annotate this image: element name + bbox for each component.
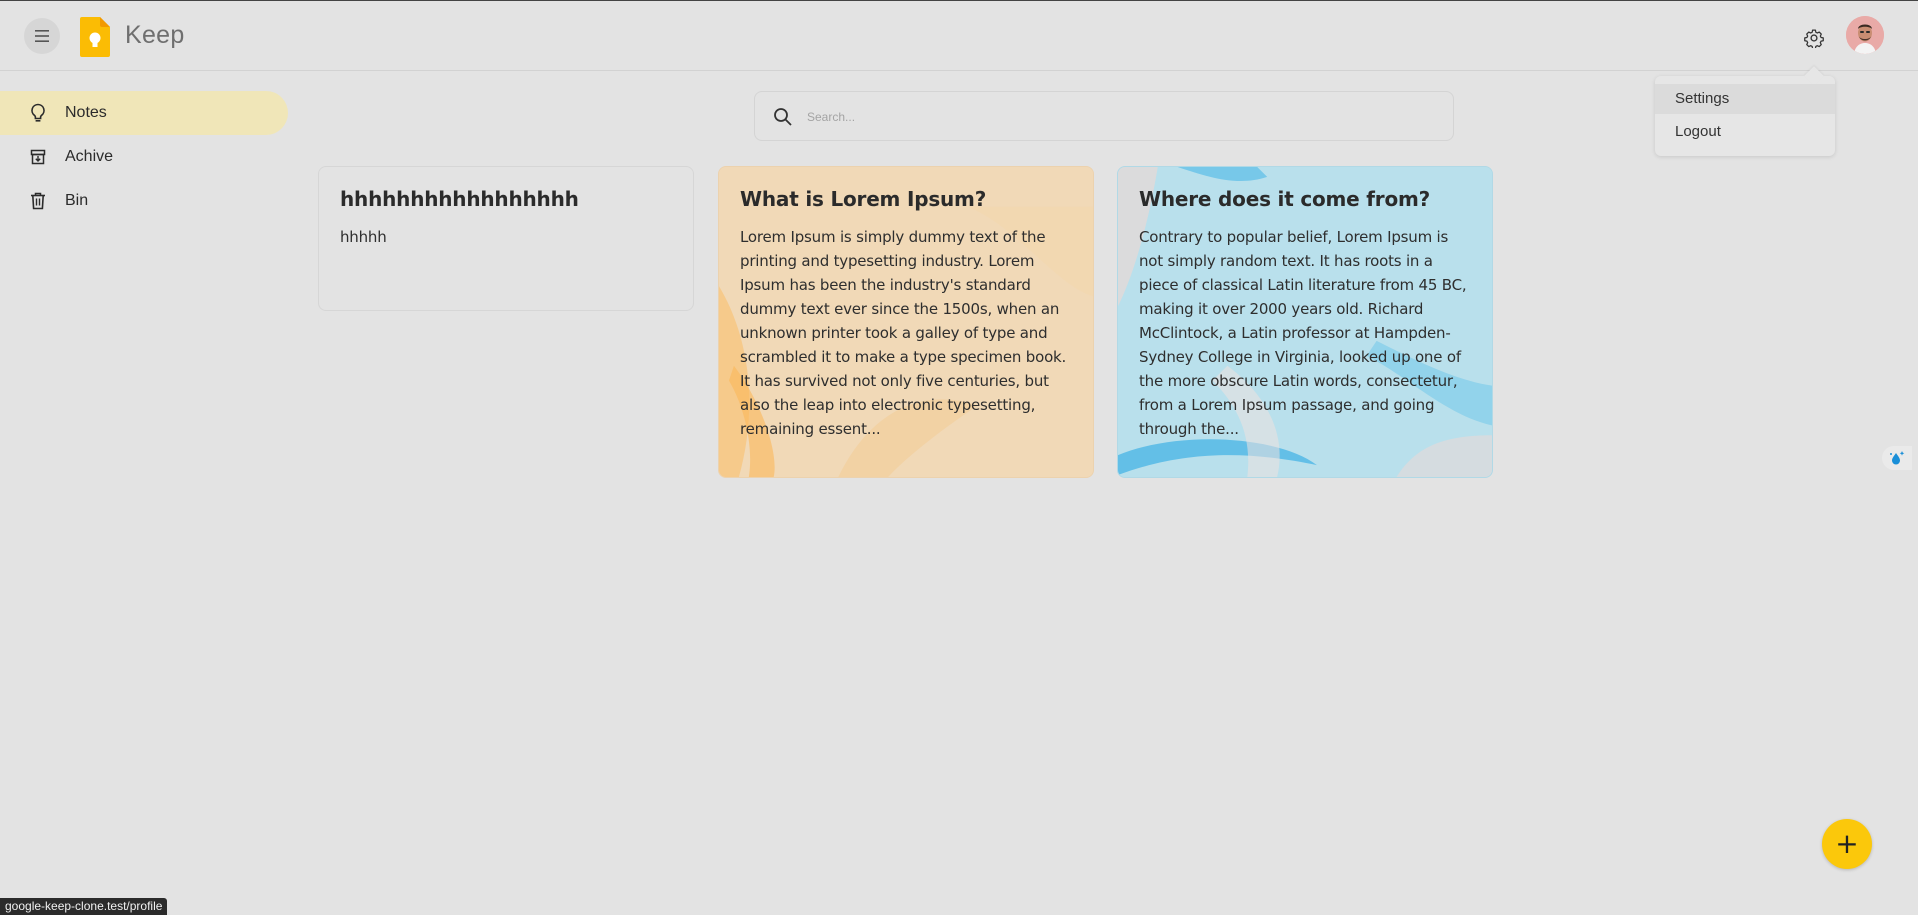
hamburger-menu-button[interactable] [24,18,60,54]
add-note-button[interactable]: + [1822,819,1872,869]
sidebar-item-notes[interactable]: Notes [0,91,288,135]
user-avatar-image [1846,16,1884,54]
note-title: hhhhhhhhhhhhhhhhh [340,187,579,211]
trash-icon [28,191,48,211]
search-input[interactable] [805,102,1429,132]
settings-button[interactable] [1799,23,1829,53]
sidebar-item-archive[interactable]: Achive [0,135,288,179]
note-body: Lorem Ipsum is simply dummy text of the … [740,228,1067,438]
app-header: Keep [0,1,1918,71]
note-title: Where does it come from? [1139,187,1431,211]
browser-status-url: google-keep-clone.test/profile [0,898,168,915]
sidebar-item-label: Achive [65,148,114,165]
user-avatar[interactable] [1846,16,1884,54]
hamburger-menu-icon [35,30,49,42]
sidebar-item-label: Bin [65,192,89,209]
note-title: What is Lorem Ipsum? [740,187,987,211]
sidebar-item-label: Notes [65,104,107,121]
user-dropdown-menu: Settings Logout [1655,76,1835,156]
note-card[interactable]: What is Lorem Ipsum? Lorem Ipsum is simp… [718,166,1094,478]
extension-side-button[interactable] [1882,446,1912,470]
menu-item-settings[interactable]: Settings [1655,84,1835,114]
menu-item-logout[interactable]: Logout [1655,117,1835,147]
water-drop-icon [1890,451,1905,465]
plus-icon: + [1835,827,1859,860]
note-card[interactable]: hhhhhhhhhhhhhhhhh hhhhh [318,166,694,311]
app-brand-name: Keep [125,21,185,49]
note-card[interactable]: Where does it come from? Contrary to pop… [1117,166,1493,478]
lightbulb-icon [28,103,48,123]
gear-icon [1804,29,1824,48]
keep-logo-icon [80,17,110,57]
note-body: hhhhh [340,228,387,246]
archive-icon [28,147,48,167]
note-body: Contrary to popular belief, Lorem Ipsum … [1139,228,1467,438]
search-bar [754,91,1454,141]
sidebar-item-bin[interactable]: Bin [0,179,288,223]
search-icon [774,108,792,126]
